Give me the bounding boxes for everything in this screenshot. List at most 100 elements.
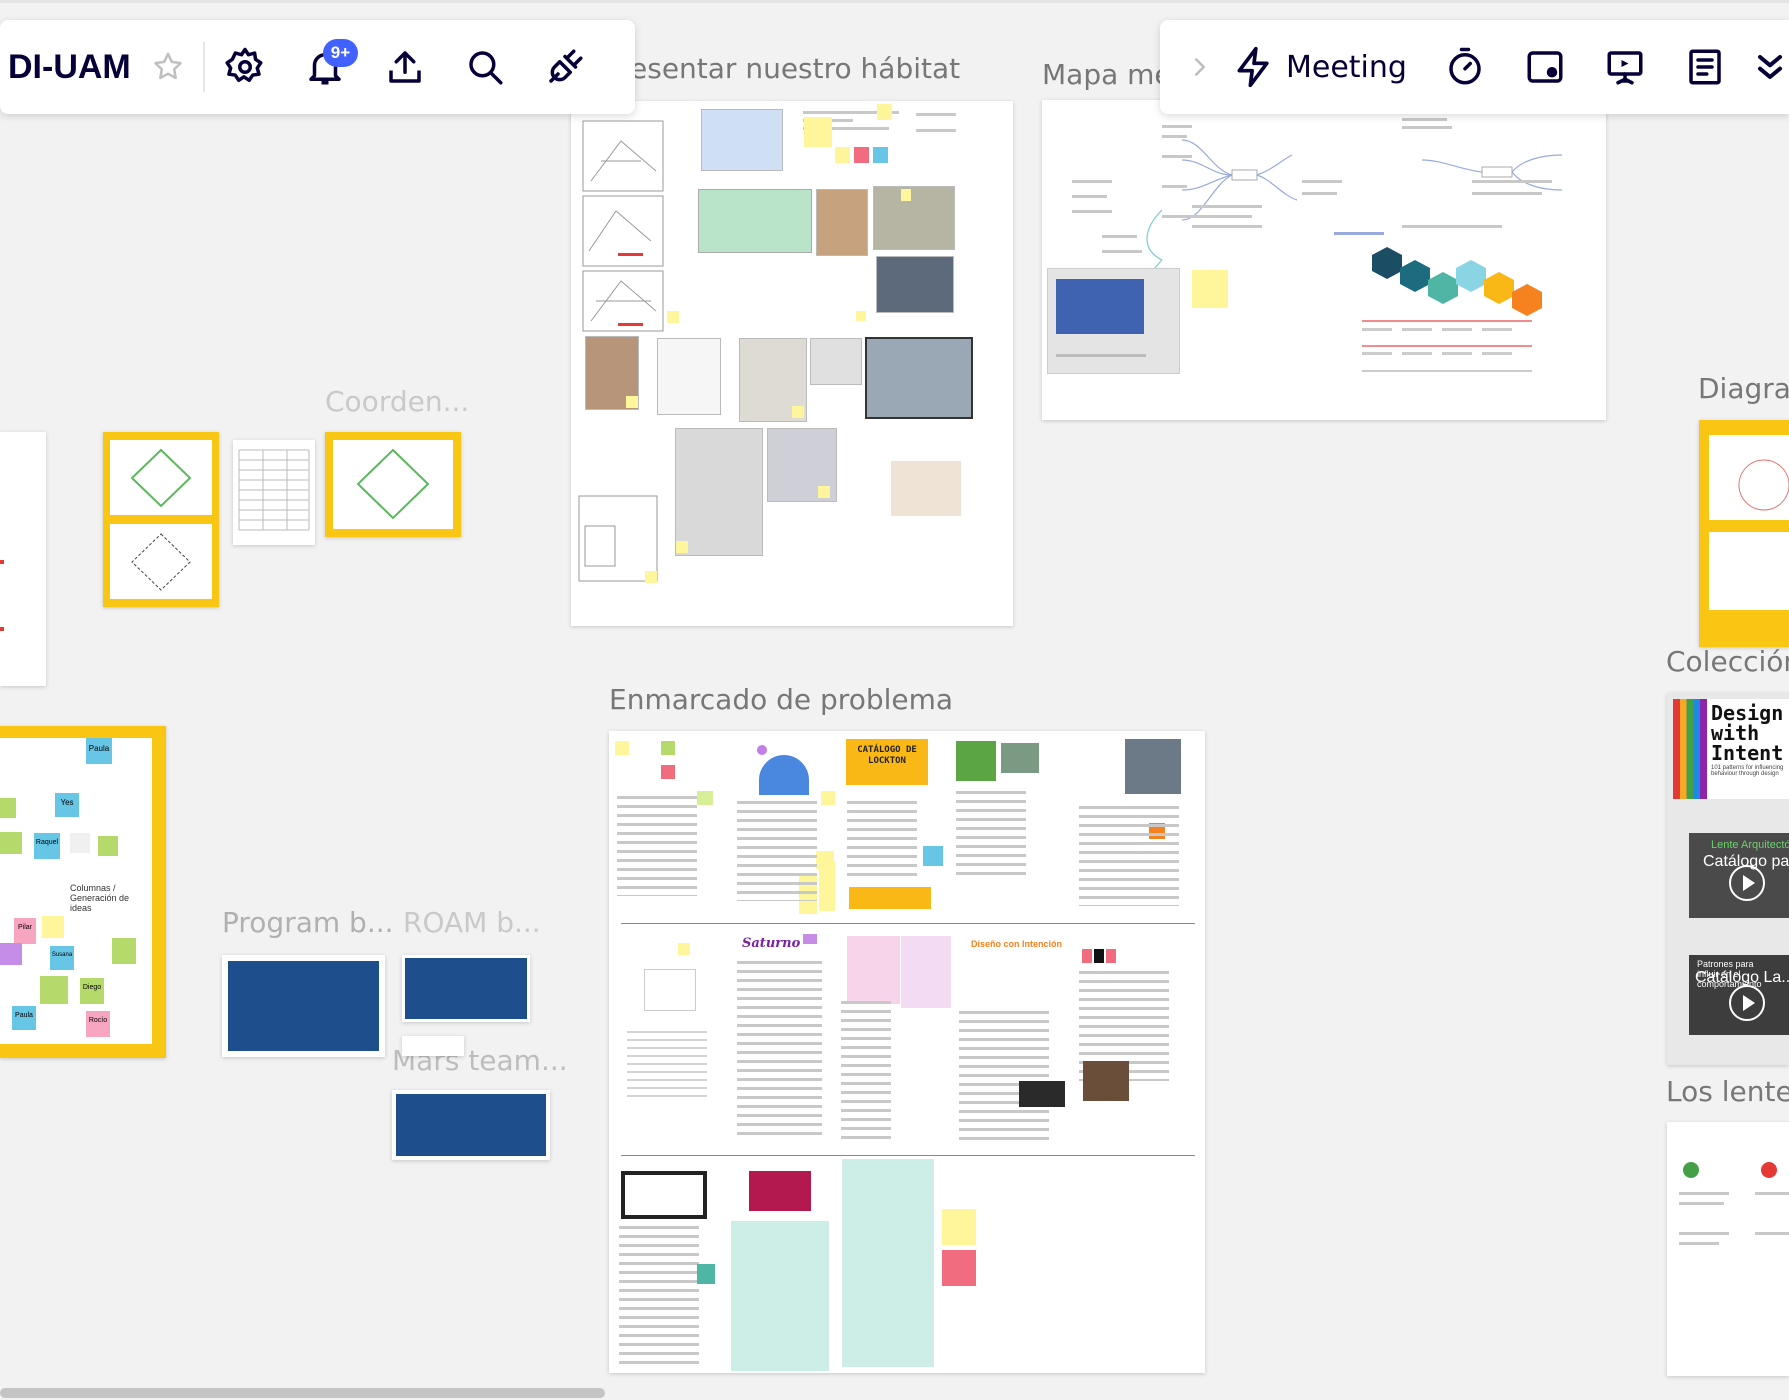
frame-title-enmarcado[interactable]: Enmarcado de problema (609, 683, 953, 716)
timer-button[interactable] (1425, 27, 1505, 107)
frame-title-mapa[interactable]: Mapa me (1042, 58, 1172, 91)
settings-button[interactable] (205, 27, 285, 107)
sticky-note[interactable] (821, 791, 835, 805)
sticky-note[interactable] (678, 943, 690, 955)
sticky-note[interactable]: Diego (80, 978, 104, 1004)
text-column-7 (841, 1001, 891, 1141)
notes-button[interactable] (1665, 27, 1745, 107)
program-board[interactable] (222, 955, 385, 1057)
video-card-2[interactable]: Patrones para influir en el comportamien… (1689, 955, 1789, 1035)
sticky-note[interactable] (98, 836, 118, 856)
sticky-note[interactable] (0, 943, 22, 965)
sticky-note[interactable] (803, 934, 817, 944)
video-overlay-2: Catálogo La... (1695, 969, 1789, 986)
red-dot (1761, 1162, 1777, 1178)
frame-habitat[interactable] (571, 101, 1013, 626)
presentation-icon (1607, 51, 1643, 85)
whiteboard-canvas[interactable]: esentar nuestro hábitat Mapa me Diagra C… (0, 0, 1789, 1400)
upload-icon (389, 51, 421, 83)
expand-chevron-icon[interactable] (1755, 47, 1785, 87)
frame-ideas[interactable]: Paula Yes Raquel Columnas / Generación d… (0, 726, 166, 1058)
sticky-note[interactable] (645, 571, 657, 583)
apps-button[interactable] (525, 27, 605, 107)
mars-board[interactable] (392, 1090, 550, 1160)
frame-title-coleccion[interactable]: Colección (1666, 645, 1789, 678)
collapse-chevron-icon[interactable] (1190, 52, 1210, 82)
sticky-note[interactable]: Pilar (14, 918, 36, 944)
frame-diamond-1[interactable] (103, 432, 219, 607)
sticky-note[interactable] (626, 396, 638, 408)
mars-grid (396, 1094, 546, 1156)
sticky-note[interactable] (0, 798, 16, 818)
sticky-note[interactable]: Yes (55, 793, 79, 817)
sticky-note[interactable]: Paula (12, 1006, 36, 1030)
sticky-note[interactable] (697, 791, 713, 805)
frame-lentes[interactable] (1667, 1122, 1789, 1376)
text-column-8 (959, 1011, 1049, 1141)
frame-title-diagrama[interactable]: Diagrar (1698, 372, 1789, 405)
frame-title-habitat[interactable]: esentar nuestro hábitat (630, 52, 960, 85)
red-mark (0, 627, 4, 631)
sticky-note[interactable] (901, 189, 911, 201)
sticky-note[interactable] (854, 147, 869, 163)
sticky-note[interactable]: Raquel (34, 833, 60, 859)
frame-title-program[interactable]: Program b... (222, 906, 394, 939)
sticky-note[interactable] (667, 311, 679, 323)
sticky-note[interactable]: Susana (50, 946, 74, 970)
sticky-note[interactable] (40, 976, 68, 1004)
sticky-note[interactable] (835, 147, 850, 163)
sticky-note[interactable] (856, 311, 866, 321)
sticky-note[interactable] (819, 861, 835, 911)
frame-left-partial[interactable] (0, 432, 46, 686)
notifications-button[interactable]: 9+ (285, 27, 365, 107)
play-icon[interactable] (1729, 865, 1765, 901)
frame-title-roam[interactable]: ROAM b... (403, 906, 541, 939)
sticky-note[interactable] (676, 541, 688, 553)
frame-title-lentes[interactable]: Los lentes (1666, 1075, 1789, 1108)
frame-enmarcado[interactable]: CATÁLOGO DE LOCKTON Saturno Diseño con I… (609, 731, 1205, 1373)
saturno-label: Saturno (742, 936, 801, 951)
roam-board[interactable] (402, 955, 530, 1022)
sticky-note[interactable] (42, 916, 64, 938)
sticky-note[interactable] (877, 104, 892, 120)
plan-sketch (657, 338, 721, 415)
share-button[interactable] (365, 27, 445, 107)
sticky-note[interactable] (818, 486, 830, 498)
horizontal-scrollbar[interactable] (0, 1388, 605, 1398)
frame-title-coorden[interactable]: Coorden... (325, 385, 469, 418)
screen-record-icon (1527, 51, 1563, 83)
frame-diagrama[interactable] (1699, 420, 1789, 647)
sticky-note[interactable] (792, 406, 804, 418)
text-column-5 (1079, 806, 1179, 906)
sticky-note[interactable] (697, 1264, 715, 1284)
sticky-note[interactable] (804, 117, 832, 147)
table-doc[interactable] (233, 440, 315, 545)
frame-mapa[interactable] (1042, 100, 1606, 420)
video-card-1[interactable]: Lente Arquitectó Catálogo pa... (1689, 833, 1789, 918)
meeting-button[interactable]: Meeting (1232, 45, 1407, 89)
sticky-note[interactable]: Rocío (86, 1011, 110, 1037)
board-name[interactable]: DI-UAM (8, 48, 131, 87)
sticky-note[interactable] (1192, 270, 1228, 308)
sticky-note[interactable] (942, 1250, 976, 1286)
sticky-note[interactable] (942, 1209, 976, 1245)
sticky-note[interactable] (70, 833, 90, 853)
sticky-note[interactable] (661, 741, 675, 755)
presentation-button[interactable] (1585, 27, 1665, 107)
text-column-11 (619, 1226, 699, 1366)
sticky-note[interactable] (112, 938, 136, 964)
star-icon[interactable] (151, 50, 185, 84)
text-line (1679, 1192, 1729, 1195)
room-sketch-2 (675, 428, 763, 556)
sticky-note[interactable] (661, 765, 675, 779)
sticky-note[interactable]: Paula (86, 738, 112, 764)
video-chat-button[interactable] (1505, 27, 1585, 107)
sticky-note[interactable] (923, 846, 943, 866)
sticky-note[interactable] (0, 832, 22, 854)
search-button[interactable] (445, 27, 525, 107)
sticky-note[interactable] (615, 741, 629, 755)
frame-diamond-2[interactable] (325, 432, 461, 537)
frame-coleccion[interactable]: Design with Intent 101 patterns for infl… (1667, 693, 1789, 1065)
sticky-note[interactable] (873, 147, 888, 163)
play-icon[interactable] (1729, 985, 1765, 1021)
